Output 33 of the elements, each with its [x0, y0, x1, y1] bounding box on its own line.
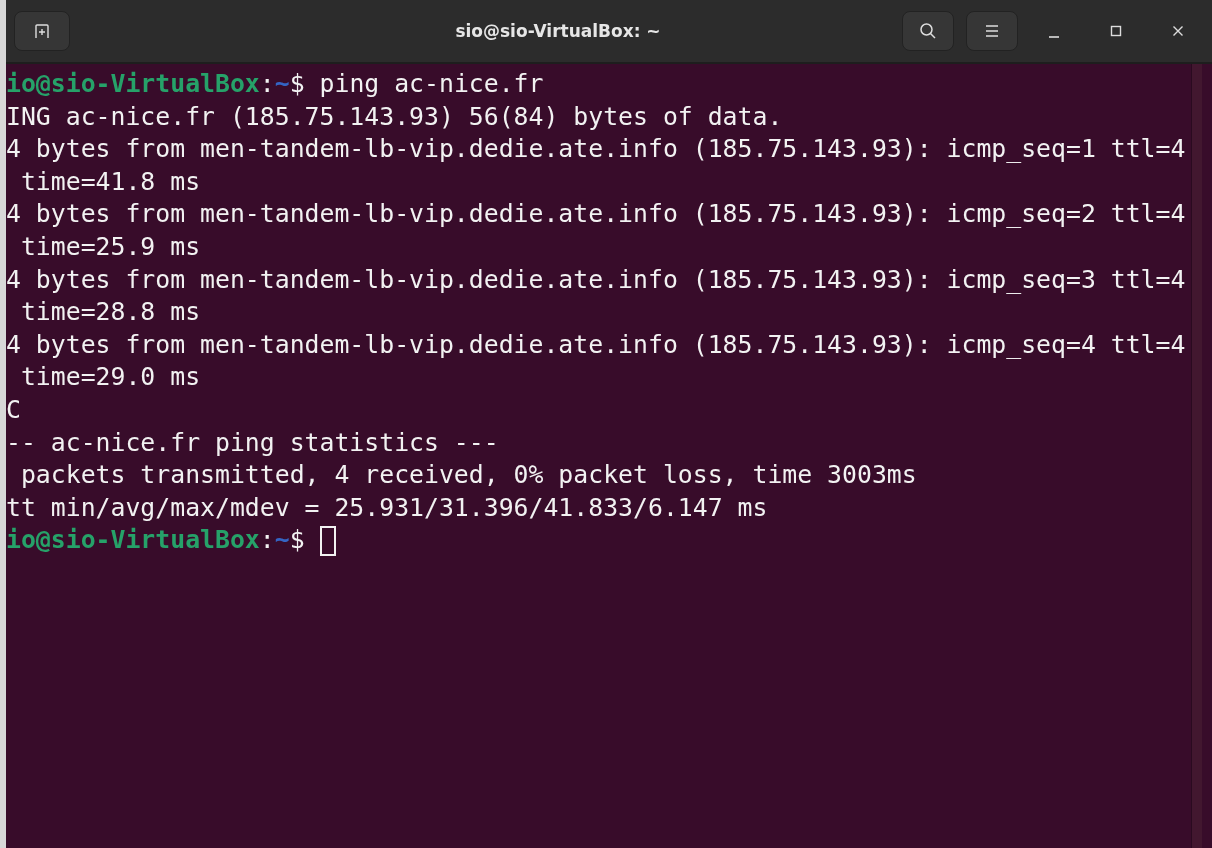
output-line: time=28.8 ms	[19, 296, 201, 329]
prompt-separator: :	[259, 68, 275, 100]
output-line: 4 bytes from men-tandem-lb-vip.dedie.ate.info (185.75.143.93): icmp_seq=2 ttl=4	[6, 198, 1186, 231]
menu-button[interactable]	[966, 11, 1018, 51]
output-line: tt min/avg/max/mdev = 25.931/31.396/41.833/6.147 ms	[6, 491, 768, 524]
search-icon	[919, 22, 937, 40]
window-title: sio@sio-VirtualBox: ~	[454, 21, 662, 41]
output-line: ING ac-nice.fr (185.75.143.93) 56(84) bytes of data.	[6, 100, 783, 133]
minimize-icon	[1049, 36, 1059, 38]
search-button[interactable]	[902, 11, 954, 51]
scrollbar[interactable]	[1191, 64, 1202, 848]
output-line: C	[6, 393, 21, 426]
new-tab-button[interactable]	[14, 11, 70, 51]
output-line: time=25.9 ms	[19, 230, 201, 263]
prompt-user-host: io@sio-VirtualBox	[6, 524, 260, 557]
prompt-path: ~	[274, 68, 290, 100]
output-line: 4 bytes from men-tandem-lb-vip.dedie.ate.info (185.75.143.93): icmp_seq=4 ttl=4	[6, 328, 1186, 361]
new-tab-icon	[34, 23, 50, 39]
prompt-symbol: $	[289, 68, 305, 100]
close-icon	[1172, 25, 1184, 37]
output-line: 4 bytes from men-tandem-lb-vip.dedie.ate.info (185.75.143.93): icmp_seq=1 ttl=4	[6, 133, 1186, 166]
output-line: packets transmitted, 4 received, 0% packet loss, time 3003ms	[19, 459, 917, 492]
prompt-path: ~	[274, 524, 290, 557]
command-text: ping ac-nice.fr	[318, 68, 544, 100]
menu-icon	[984, 24, 1000, 38]
output-line: time=41.8 ms	[19, 165, 201, 198]
output-line: time=29.0 ms	[19, 361, 201, 394]
prompt-separator: :	[259, 524, 275, 557]
output-line: 4 bytes from men-tandem-lb-vip.dedie.ate.info (185.75.143.93): icmp_seq=3 ttl=4	[6, 263, 1186, 296]
prompt-user-host: io@sio-VirtualBox	[6, 68, 260, 100]
maximize-icon	[1110, 25, 1122, 37]
output-line: -- ac-nice.fr ping statistics ---	[6, 426, 499, 459]
prompt-symbol: $	[289, 524, 305, 557]
